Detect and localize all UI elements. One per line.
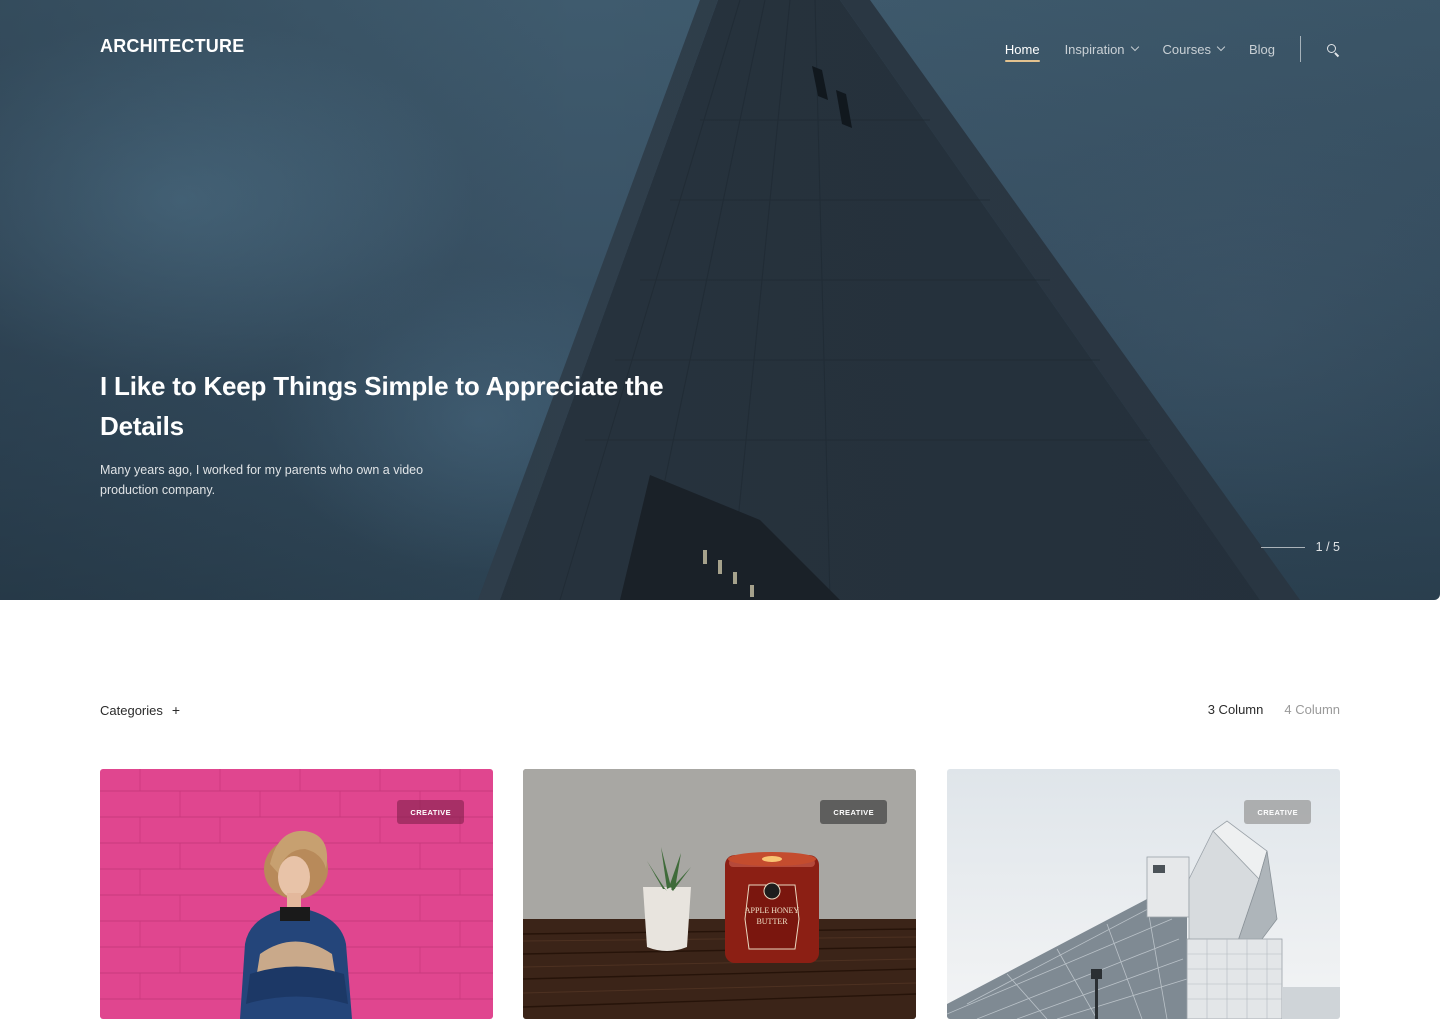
- card-badge[interactable]: CREATIVE: [397, 800, 464, 824]
- nav-item-courses[interactable]: Courses: [1162, 36, 1226, 62]
- column-option-3[interactable]: 3 Column: [1208, 702, 1264, 717]
- slider-progress-line: [1260, 546, 1305, 548]
- hero-title: I Like to Keep Things Simple to Apprecia…: [100, 371, 664, 441]
- nav-label-courses: Courses: [1162, 41, 1211, 57]
- column-switcher: 3 Column 4 Column: [1187, 702, 1340, 717]
- search-button[interactable]: [1326, 36, 1340, 62]
- filter-bar: Categories + 3 Column 4 Column: [100, 702, 1340, 724]
- card-badge[interactable]: CREATIVE: [820, 800, 887, 824]
- candle-label-line2: BUTTER: [756, 917, 788, 926]
- hero-subtitle: Many years ago, I worked for my parents …: [100, 463, 424, 497]
- nav-item-home[interactable]: Home: [1004, 36, 1040, 62]
- column-option-4[interactable]: 4 Column: [1284, 702, 1340, 717]
- main-nav: Home Inspiration Courses Blog: [1004, 36, 1340, 62]
- portfolio-card-3[interactable]: CREATIVE: [947, 769, 1340, 1019]
- categories-label: Categories: [100, 702, 163, 718]
- portfolio-card-1[interactable]: CREATIVE: [100, 769, 493, 1019]
- nav-item-blog[interactable]: Blog: [1249, 36, 1275, 62]
- nav-label-home: Home: [1004, 41, 1040, 57]
- nav-label-blog: Blog: [1248, 41, 1275, 57]
- hero-shade: [0, 0, 1440, 600]
- portfolio-card-2[interactable]: APPLE HONEY BUTTER CREATIVE: [523, 769, 916, 1019]
- candle-label-line1: APPLE HONEY: [745, 906, 800, 915]
- nav-divider: [1300, 36, 1301, 62]
- card-badge[interactable]: CREATIVE: [1244, 800, 1311, 824]
- slider-counter[interactable]: 1 / 5: [1260, 540, 1340, 554]
- nav-label-inspiration: Inspiration: [1064, 41, 1125, 57]
- nav-item-inspiration[interactable]: Inspiration: [1064, 36, 1139, 62]
- chevron-down-icon: [1216, 42, 1226, 52]
- site-logo[interactable]: ARCHITECTURE: [100, 36, 244, 57]
- slider-counter-label: 1 / 5: [1315, 540, 1340, 554]
- plus-icon: +: [171, 702, 181, 718]
- chevron-down-icon: [1130, 42, 1139, 52]
- hero-banner: ARCHITECTURE Home Inspiration Courses Bl…: [0, 0, 1440, 600]
- categories-toggle[interactable]: Categories +: [100, 702, 180, 718]
